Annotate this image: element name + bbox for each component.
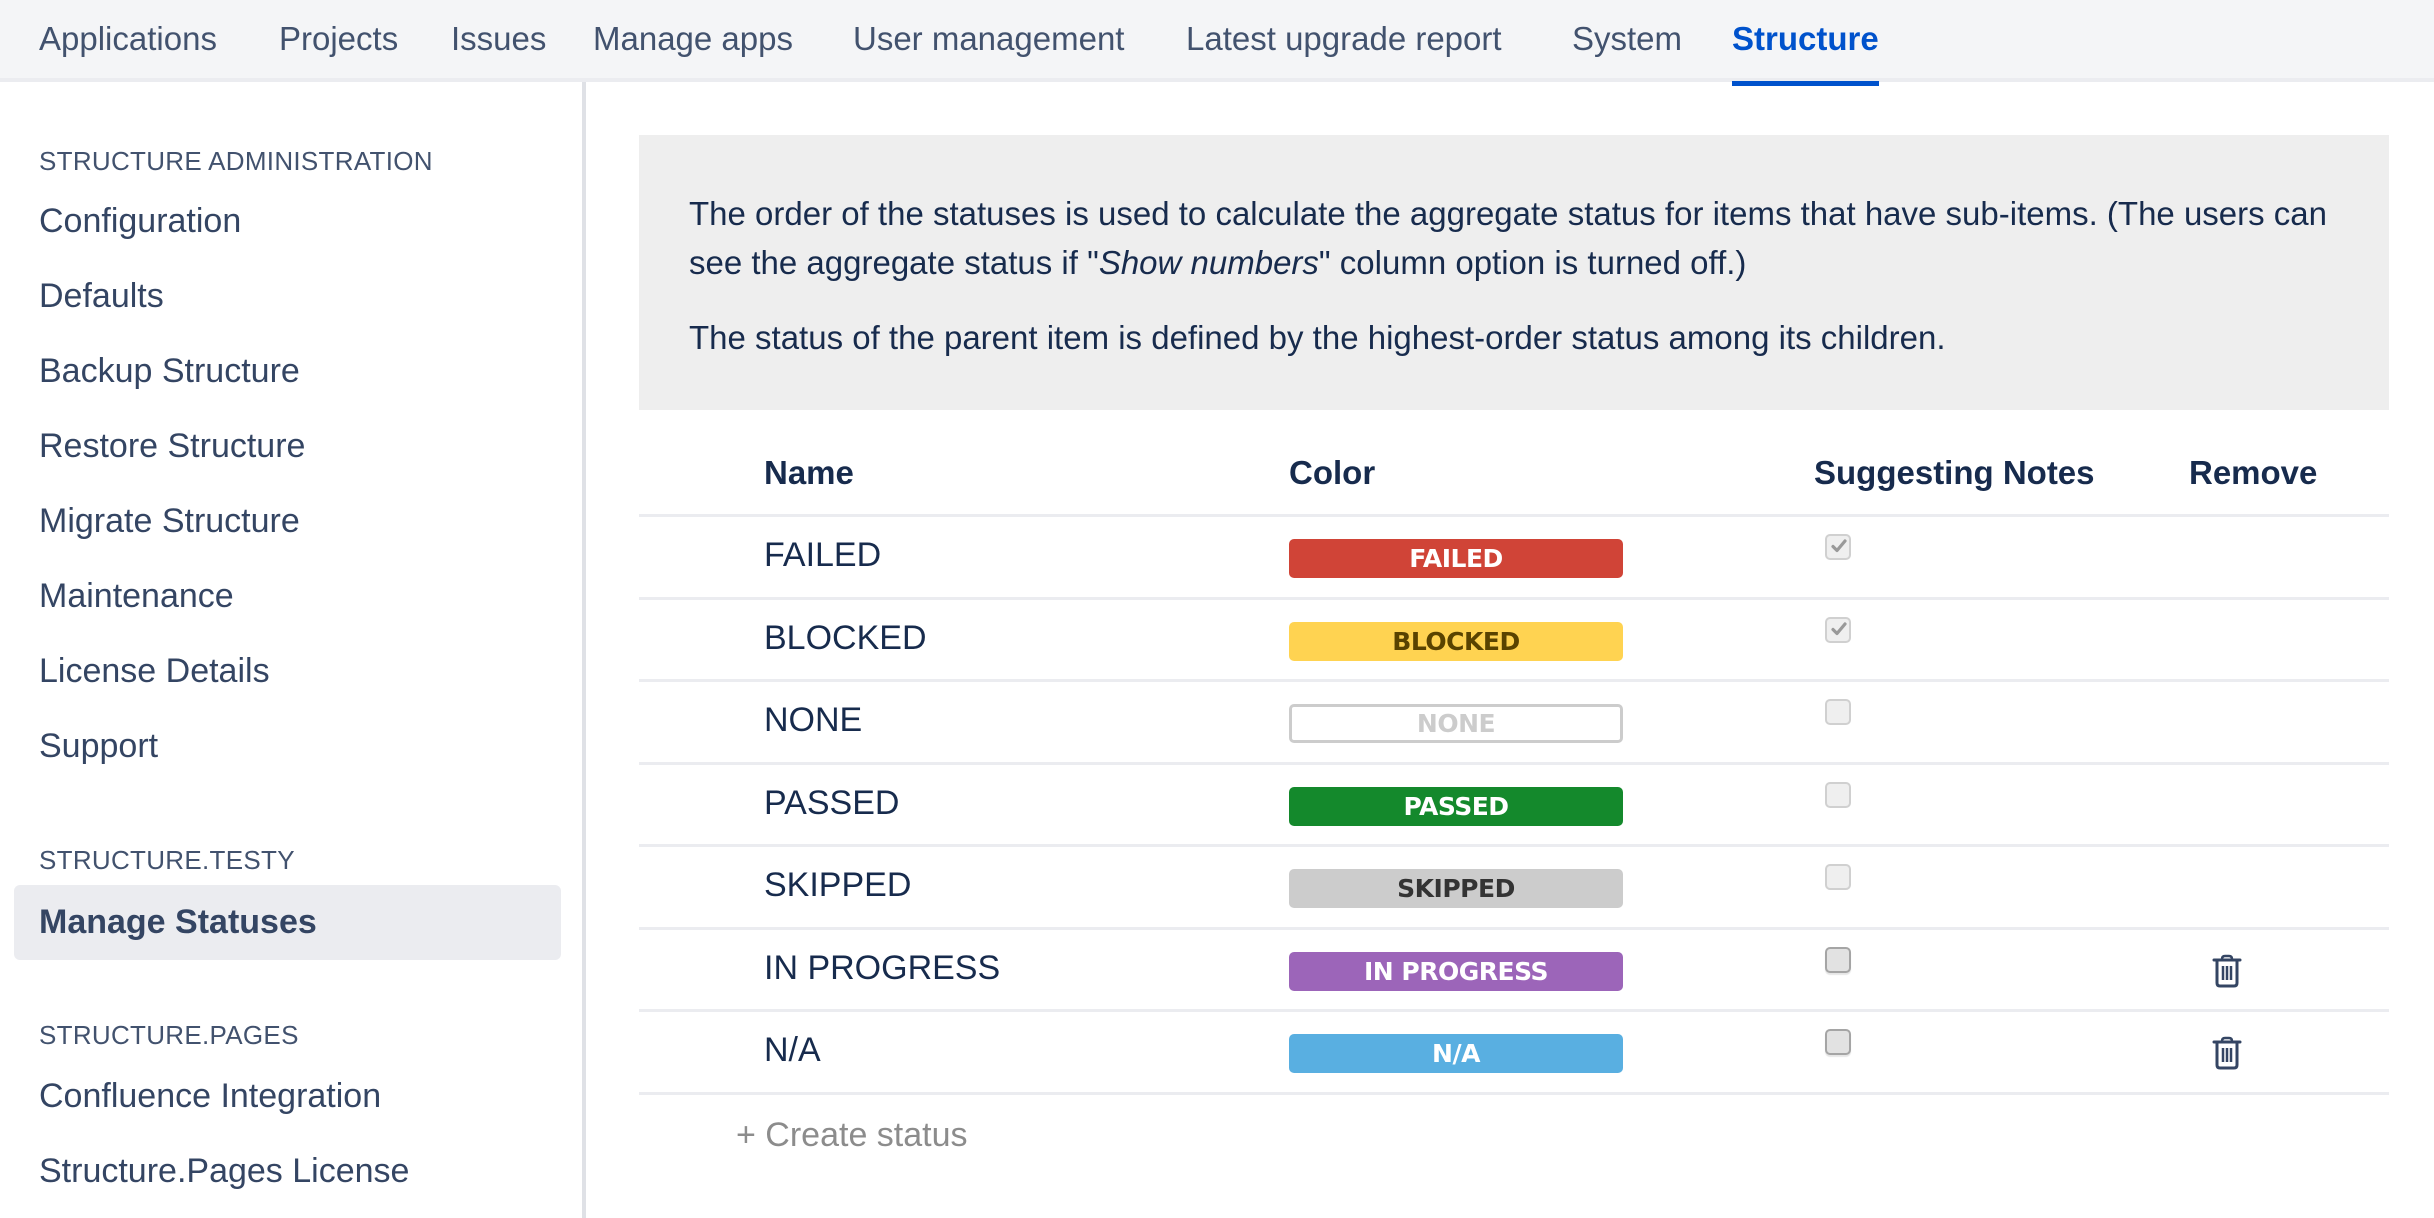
suggesting-notes-checkbox[interactable] <box>1825 616 1851 643</box>
sidebar-item-confluence-integration[interactable]: Confluence Integration <box>39 1077 381 1116</box>
status-color-badge[interactable]: IN PROGRESS <box>1289 951 1623 991</box>
suggesting-notes-checkbox[interactable] <box>1825 699 1851 725</box>
sidebar-item-maintenance[interactable]: Maintenance <box>39 577 234 616</box>
sidebar-item-support[interactable]: Support <box>39 727 158 766</box>
suggesting-notes-checkbox[interactable] <box>1825 781 1851 808</box>
sidebar-heading-structure-testy: STRUCTURE.TESTY <box>39 845 295 875</box>
sidebar-item-migrate-structure[interactable]: Migrate Structure <box>39 502 300 541</box>
table-row: PASSED PASSED <box>639 765 2389 847</box>
suggesting-notes-checkbox[interactable] <box>1825 946 1851 973</box>
tab-latest-upgrade-report[interactable]: Latest upgrade report <box>1186 0 1502 82</box>
info-paragraph-order: The order of the statuses is used to cal… <box>689 195 2328 281</box>
status-name: FAILED <box>764 536 882 574</box>
suggesting-notes-checkbox[interactable] <box>1825 1029 1851 1055</box>
create-row: + Create status <box>639 1095 2389 1175</box>
column-header-suggesting-notes: Suggesting Notes <box>1814 454 2095 491</box>
status-color-badge[interactable]: SKIPPED <box>1289 869 1623 908</box>
trash-icon[interactable] <box>2212 1036 2242 1070</box>
info-paragraph-parent: The status of the parent item is defined… <box>689 319 1946 356</box>
create-status-link[interactable]: + Create status <box>736 1116 968 1155</box>
status-color-badge[interactable]: N/A <box>1289 1034 1623 1073</box>
sidebar-item-configuration[interactable]: Configuration <box>39 202 241 241</box>
tab-manage-apps[interactable]: Manage apps <box>593 0 793 82</box>
status-color-badge[interactable]: PASSED <box>1289 786 1623 826</box>
tab-system[interactable]: System <box>1572 0 1682 82</box>
column-header-remove: Remove <box>2189 454 2318 491</box>
status-color-badge[interactable]: FAILED <box>1289 539 1623 578</box>
table-row: BLOCKED BLOCKED <box>639 600 2389 682</box>
status-name: IN PROGRESS <box>764 948 1001 987</box>
checkmark-icon <box>1831 621 1847 635</box>
status-table: Name Color Suggesting Notes Remove FAILE… <box>639 440 2389 1175</box>
table-row: FAILED FAILED <box>639 517 2389 600</box>
table-row: SKIPPED SKIPPED <box>639 847 2389 930</box>
table-header: Name Color Suggesting Notes Remove <box>639 440 2389 517</box>
tab-structure[interactable]: Structure <box>1732 0 1879 86</box>
status-color-badge[interactable]: NONE <box>1289 704 1623 743</box>
column-header-name: Name <box>764 454 854 491</box>
tab-issues[interactable]: Issues <box>451 0 546 82</box>
status-name: NONE <box>764 701 863 739</box>
tab-user-management[interactable]: User management <box>853 0 1124 82</box>
table-row: N/A N/A <box>639 1012 2389 1095</box>
status-name: PASSED <box>764 783 900 822</box>
sidebar-heading-structure-pages: STRUCTURE.PAGES <box>39 1020 299 1050</box>
sidebar: STRUCTURE ADMINISTRATION Configuration D… <box>0 82 586 1218</box>
column-header-color: Color <box>1289 454 1376 491</box>
table-row: IN PROGRESS IN PROGRESS <box>639 930 2389 1012</box>
sidebar-item-license-details[interactable]: License Details <box>39 652 270 691</box>
checkmark-icon <box>1831 539 1847 553</box>
status-name: SKIPPED <box>764 866 912 904</box>
show-numbers-emphasis: Show numbers <box>1098 244 1319 281</box>
top-navigation: Applications Projects Issues Manage apps… <box>0 0 2434 86</box>
sidebar-item-backup-structure[interactable]: Backup Structure <box>39 352 300 391</box>
sidebar-heading-structure-administration: STRUCTURE ADMINISTRATION <box>39 146 433 176</box>
tab-applications[interactable]: Applications <box>39 0 217 82</box>
suggesting-notes-checkbox[interactable] <box>1825 534 1851 560</box>
trash-icon[interactable] <box>2212 954 2242 988</box>
sidebar-item-defaults[interactable]: Defaults <box>39 277 164 316</box>
table-row: NONE NONE <box>639 682 2389 765</box>
sidebar-item-manage-statuses[interactable]: Manage Statuses <box>14 885 561 960</box>
status-name: N/A <box>764 1031 821 1069</box>
sidebar-item-restore-structure[interactable]: Restore Structure <box>39 427 305 466</box>
status-name: BLOCKED <box>764 618 927 657</box>
suggesting-notes-checkbox[interactable] <box>1825 864 1851 890</box>
sidebar-item-structure-pages-license[interactable]: Structure.Pages License <box>39 1152 409 1191</box>
status-color-badge[interactable]: BLOCKED <box>1289 621 1623 661</box>
tab-projects[interactable]: Projects <box>279 0 398 82</box>
info-panel: The order of the statuses is used to cal… <box>639 135 2389 410</box>
